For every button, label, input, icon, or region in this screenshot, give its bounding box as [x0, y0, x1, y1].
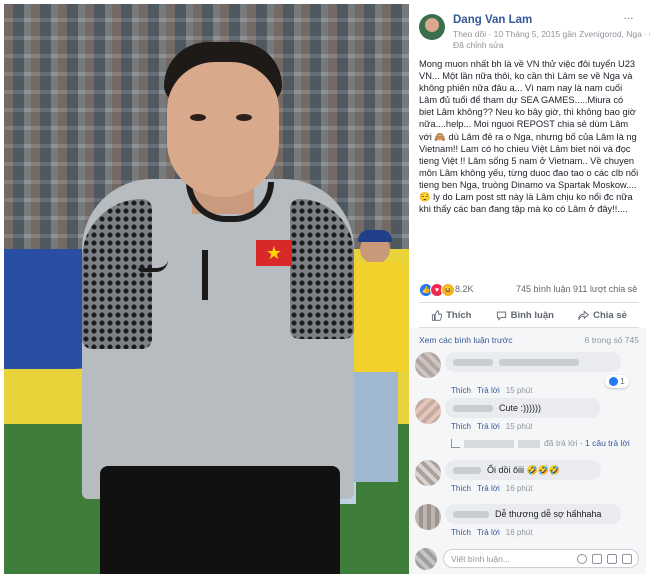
- like-button[interactable]: Thích: [431, 310, 471, 321]
- background-official: [346, 230, 406, 494]
- comment-input[interactable]: Viết bình luận...: [443, 549, 639, 568]
- comment-bubble: [445, 352, 621, 372]
- author-avatar[interactable]: [419, 14, 445, 40]
- post-actions: Thích Bình luận Chia sẻ: [419, 302, 639, 328]
- comments-page-count: 6 trong số 745: [584, 335, 639, 345]
- comment-like-link[interactable]: Thích: [451, 484, 471, 493]
- composer-icons: [577, 554, 632, 564]
- comment-actions: Thích Trả lời 16 phút: [451, 484, 532, 493]
- share-label: Chia sẻ: [593, 309, 627, 321]
- emoji-icon[interactable]: [577, 554, 587, 564]
- comment-time: 15 phút: [505, 386, 533, 395]
- jersey-number: [202, 250, 208, 300]
- comment-bubble: Cute :)))))): [445, 398, 601, 418]
- comment-actions: Thích Trả lời 16 phút: [451, 528, 532, 537]
- comment-reply-link[interactable]: Trả lời: [477, 528, 500, 537]
- post-modal: ★ Dang Van Lam Theo dõi · 10 Tháng 5, 20…: [0, 0, 650, 578]
- post-body: Mong muon nhất bh là về VN thử việc đôi …: [419, 59, 641, 215]
- official-cap: [358, 230, 392, 242]
- comment-bubble: Ối dồi ôiii 🤣🤣🤣: [445, 460, 601, 480]
- player-right-eye: [236, 114, 252, 121]
- post-meta-text: Theo dõi · 10 Tháng 5, 2015 gần Zvenigor…: [453, 29, 650, 39]
- post-panel: Dang Van Lam Theo dõi · 10 Tháng 5, 2015…: [409, 4, 650, 574]
- author-name[interactable]: Dang Van Lam: [453, 14, 532, 26]
- more-options-icon[interactable]: ···: [623, 10, 634, 25]
- comment-text: Ối dồi ôiii 🤣🤣🤣: [487, 465, 561, 475]
- share-button[interactable]: Chia sẻ: [578, 310, 627, 321]
- comment-reply-link[interactable]: Trả lời: [477, 386, 500, 395]
- redacted-replier: [464, 439, 514, 448]
- reaction-count[interactable]: 8.2K: [455, 284, 474, 294]
- comment-like-badge[interactable]: 1: [605, 375, 629, 388]
- comment-bubble: Dễ thương dễ sợ hấhhaha: [445, 504, 621, 524]
- gif-icon[interactable]: [607, 554, 617, 564]
- redacted-name: [453, 405, 493, 413]
- comment-like-link[interactable]: Thích: [451, 422, 471, 431]
- comment-reply-link[interactable]: Trả lời: [477, 484, 500, 493]
- post-photo[interactable]: ★: [4, 4, 409, 574]
- post-header: Dang Van Lam Theo dõi · 10 Tháng 5, 2015…: [409, 4, 650, 50]
- comment-text: Cute :)))))): [499, 403, 541, 413]
- commenter-avatar[interactable]: [415, 460, 441, 486]
- official-trousers: [354, 372, 398, 482]
- redacted-text: [499, 359, 579, 367]
- comment-time: 15 phút: [505, 422, 533, 431]
- post-meta: Theo dõi · 10 Tháng 5, 2015 gần Zvenigor…: [453, 29, 650, 40]
- comment-actions: Thích Trả lời 15 phút: [451, 422, 532, 431]
- player-left-eye: [190, 114, 206, 121]
- like-reaction-icon: [609, 377, 619, 386]
- like-label: Thích: [446, 309, 472, 321]
- reply-arrow-icon: [451, 439, 460, 449]
- edited-label[interactable]: Đã chỉnh sửa: [453, 40, 504, 50]
- commenter-avatar[interactable]: [415, 352, 441, 378]
- comment-button[interactable]: Bình luận: [496, 310, 554, 321]
- player-face: [167, 62, 279, 197]
- comment-reply-link[interactable]: Trả lời: [477, 422, 500, 431]
- comment-icon: [496, 311, 506, 321]
- comment-like-link[interactable]: Thích: [451, 528, 471, 537]
- comment-time: 16 phút: [505, 528, 533, 537]
- comment-composer: Viết bình luận...: [415, 548, 640, 570]
- official-shirt: [346, 262, 406, 372]
- player-shorts: [100, 466, 340, 574]
- comment-actions: Thích Trả lời 15 phút: [451, 386, 532, 395]
- reply-count[interactable]: · 1 câu trả lời: [580, 438, 630, 448]
- share-icon: [578, 309, 590, 320]
- camera-icon[interactable]: [592, 554, 602, 564]
- redacted-replier-2: [518, 439, 540, 448]
- comments-section: Xem các bình luận trước 6 trong số 745 1…: [409, 328, 646, 574]
- view-replies[interactable]: đã trả lời · 1 câu trả lời: [451, 438, 630, 449]
- post-stats: 👍 ♥ 😆 8.2K 745 bình luận 911 lượt chia s…: [419, 282, 639, 298]
- comment-count[interactable]: 745 bình luận: [516, 284, 571, 294]
- commenter-avatar[interactable]: [415, 398, 441, 424]
- share-count[interactable]: 911 lượt chia sẻ: [573, 284, 637, 294]
- redacted-name: [453, 467, 481, 475]
- commenter-avatar[interactable]: [415, 504, 441, 530]
- comment-text: Dễ thương dễ sợ hấhhaha: [495, 509, 602, 519]
- sticker-icon[interactable]: [622, 554, 632, 564]
- reply-label: đã trả lời: [544, 438, 578, 448]
- comment-placeholder: Viết bình luận...: [451, 554, 510, 564]
- comment-label: Bình luận: [510, 309, 554, 321]
- thumbs-up-icon: [432, 309, 443, 321]
- redacted-name: [453, 511, 489, 519]
- haha-reaction-icon: 😆: [441, 283, 455, 297]
- reaction-icons[interactable]: 👍 ♥ 😆: [419, 283, 455, 297]
- comment-like-count: 1: [620, 377, 625, 386]
- view-previous-comments[interactable]: Xem các bình luận trước 6 trong số 745: [419, 335, 639, 345]
- redacted-name: [453, 359, 493, 367]
- comment-like-link[interactable]: Thích: [451, 386, 471, 395]
- vietnam-flag-icon: ★: [256, 240, 292, 266]
- viewer-avatar: [415, 548, 437, 570]
- comment-time: 16 phút: [505, 484, 533, 493]
- view-previous-label[interactable]: Xem các bình luận trước: [419, 335, 512, 345]
